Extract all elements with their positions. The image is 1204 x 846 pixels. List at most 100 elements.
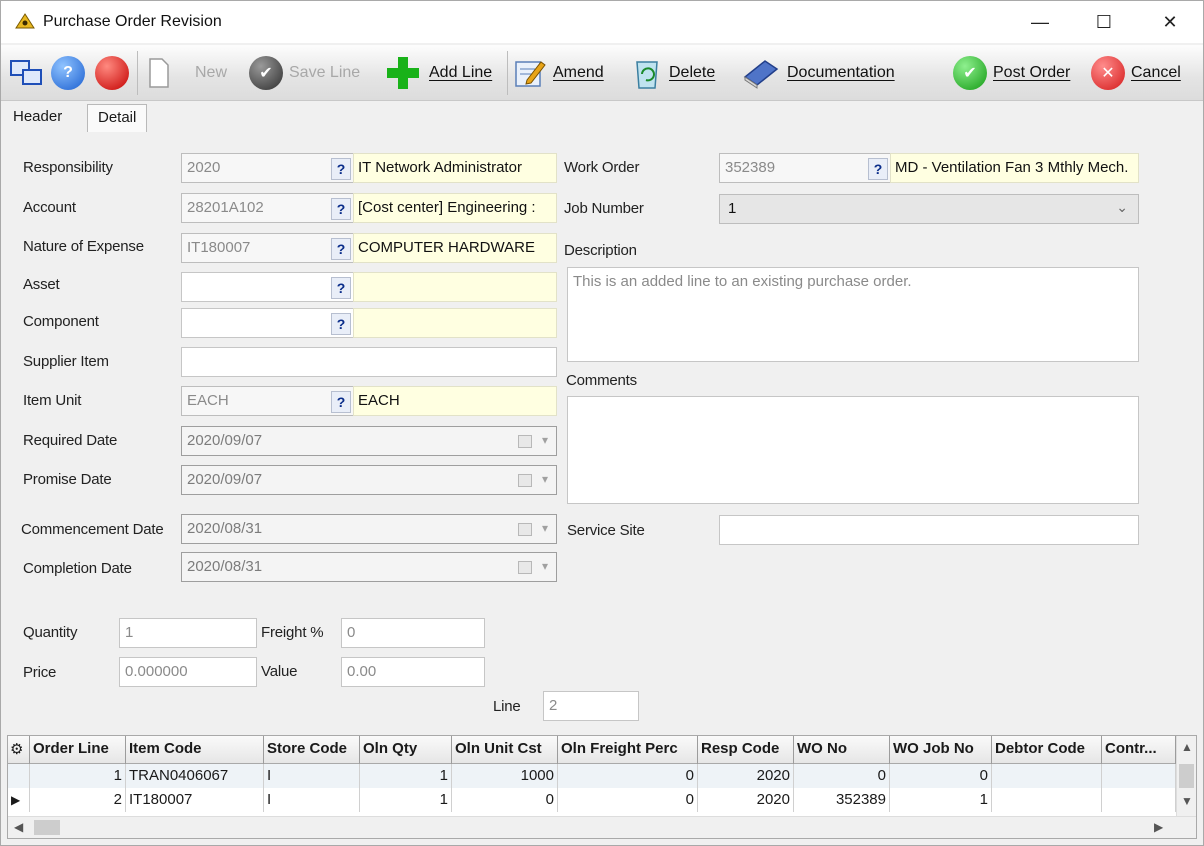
- column-wo-job-no[interactable]: WO Job No: [890, 736, 992, 764]
- value-label: Value: [261, 663, 298, 680]
- calendar-icon[interactable]: [518, 435, 532, 448]
- asset-code-field[interactable]: [181, 272, 355, 302]
- column-order-line[interactable]: Order Line: [30, 736, 126, 764]
- promise-date-picker[interactable]: 2020/09/07 ▾: [181, 465, 557, 495]
- nature-of-expense-code-field[interactable]: IT180007: [181, 233, 355, 263]
- grid-settings-icon[interactable]: ⚙: [8, 736, 30, 764]
- vertical-scrollbar[interactable]: ▲ ▼: [1176, 736, 1196, 816]
- supplier-item-field[interactable]: [181, 347, 557, 377]
- commencement-date-label: Commencement Date: [21, 521, 164, 538]
- lookup-question-icon[interactable]: ?: [331, 238, 351, 260]
- freight-field[interactable]: 0: [341, 618, 485, 648]
- item-unit-code-field[interactable]: EACH: [181, 386, 355, 416]
- documentation-button[interactable]: Documentation: [741, 53, 895, 93]
- switch-window-button[interactable]: [9, 53, 45, 93]
- cell-wo-job-no: 0: [890, 764, 992, 788]
- item-unit-label: Item Unit: [23, 392, 82, 409]
- chevron-down-icon[interactable]: ▾: [542, 521, 548, 535]
- service-site-field[interactable]: [719, 515, 1139, 545]
- commencement-date-picker[interactable]: 2020/08/31 ▾: [181, 514, 557, 544]
- windows-icon: [10, 60, 42, 85]
- required-date-picker[interactable]: 2020/09/07 ▾: [181, 426, 557, 456]
- post-order-button[interactable]: ✔ Post Order: [953, 53, 1070, 93]
- maximize-button[interactable]: ☐: [1081, 7, 1127, 37]
- delete-label: Delete: [669, 64, 716, 81]
- account-code-field[interactable]: 28201A102: [181, 193, 355, 223]
- title-bar: Purchase Order Revision — ☐ ✕: [1, 1, 1203, 43]
- close-window-button[interactable]: ✕: [1147, 7, 1193, 37]
- cell-item-code: IT180007: [126, 788, 264, 812]
- comments-label: Comments: [566, 372, 637, 389]
- lookup-question-icon[interactable]: ?: [868, 158, 888, 180]
- table-row[interactable]: ▶ 2 IT180007 I 1 0 0 2020 352389 1: [8, 788, 1176, 812]
- recycle-bin-icon: [636, 61, 658, 89]
- horizontal-scrollbar[interactable]: ◀ ▶: [8, 816, 1196, 838]
- responsibility-code-field[interactable]: 2020: [181, 153, 355, 183]
- column-oln-qty[interactable]: Oln Qty: [360, 736, 452, 764]
- lookup-question-icon[interactable]: ?: [331, 277, 351, 299]
- cell-store-code: I: [264, 788, 360, 812]
- save-line-button[interactable]: ✔ Save Line: [249, 53, 360, 93]
- column-store-code[interactable]: Store Code: [264, 736, 360, 764]
- add-line-button[interactable]: Add Line: [383, 53, 492, 93]
- work-order-label: Work Order: [564, 159, 640, 176]
- scroll-right-icon[interactable]: ▶: [1154, 820, 1163, 834]
- scroll-down-icon[interactable]: ▼: [1181, 794, 1193, 808]
- column-wo-no[interactable]: WO No: [794, 736, 890, 764]
- cancel-button[interactable]: ✕ Cancel: [1091, 53, 1181, 93]
- value-field[interactable]: 0.00: [341, 657, 485, 687]
- column-resp-code[interactable]: Resp Code: [698, 736, 794, 764]
- description-label: Description: [564, 242, 637, 259]
- asset-label: Asset: [23, 276, 60, 293]
- scroll-thumb[interactable]: [1179, 764, 1194, 788]
- stop-button[interactable]: [95, 53, 129, 93]
- line-label: Line: [493, 698, 521, 715]
- lookup-question-icon[interactable]: ?: [331, 313, 351, 335]
- calendar-icon[interactable]: [518, 561, 532, 574]
- amend-button[interactable]: Amend: [513, 53, 604, 93]
- component-description: [353, 308, 557, 338]
- tab-detail[interactable]: Detail: [87, 104, 148, 132]
- column-contr[interactable]: Contr...: [1102, 736, 1176, 764]
- column-debtor-code[interactable]: Debtor Code: [992, 736, 1102, 764]
- scroll-left-icon[interactable]: ◀: [14, 820, 23, 834]
- component-code-field[interactable]: [181, 308, 355, 338]
- new-document-icon: [147, 53, 171, 93]
- order-lines-grid: ⚙ Order Line Item Code Store Code Oln Qt…: [7, 735, 1197, 839]
- chevron-down-icon: ⌄: [1116, 199, 1128, 215]
- comments-textarea[interactable]: [567, 396, 1139, 504]
- tab-header[interactable]: Header: [3, 104, 72, 132]
- cell-store-code: I: [264, 764, 360, 788]
- completion-date-picker[interactable]: 2020/08/31 ▾: [181, 552, 557, 582]
- table-row[interactable]: 1 TRAN0406067 I 1 1000 0 2020 0 0: [8, 764, 1176, 788]
- column-oln-unit-cst[interactable]: Oln Unit Cst: [452, 736, 558, 764]
- minimize-button[interactable]: —: [1017, 7, 1063, 37]
- calendar-icon[interactable]: [518, 523, 532, 536]
- work-order-code-field[interactable]: 352389: [719, 153, 891, 183]
- scroll-up-icon[interactable]: ▲: [1181, 740, 1193, 754]
- column-oln-freight-perc[interactable]: Oln Freight Perc: [558, 736, 698, 764]
- delete-button[interactable]: Delete: [631, 53, 715, 93]
- chevron-down-icon[interactable]: ▾: [542, 472, 548, 486]
- lookup-question-icon[interactable]: ?: [331, 198, 351, 220]
- chevron-down-icon[interactable]: ▾: [542, 559, 548, 573]
- job-number-select[interactable]: 1 ⌄: [719, 194, 1139, 224]
- cell-order-line: 2: [30, 788, 126, 812]
- column-item-code[interactable]: Item Code: [126, 736, 264, 764]
- description-textarea[interactable]: This is an added line to an existing pur…: [567, 267, 1139, 362]
- cell-wo-no: 0: [794, 764, 890, 788]
- help-button[interactable]: ?: [51, 53, 85, 93]
- cell-oln-freight-perc: 0: [558, 788, 698, 812]
- lookup-question-icon[interactable]: ?: [331, 391, 351, 413]
- scroll-thumb[interactable]: [34, 820, 60, 835]
- price-field[interactable]: 0.000000: [119, 657, 257, 687]
- calendar-icon[interactable]: [518, 474, 532, 487]
- new-button[interactable]: New: [195, 53, 227, 93]
- lookup-question-icon[interactable]: ?: [331, 158, 351, 180]
- quantity-label: Quantity: [23, 624, 78, 641]
- quantity-field[interactable]: 1: [119, 618, 257, 648]
- checkmark-icon: ✔: [249, 56, 283, 90]
- chevron-down-icon[interactable]: ▾: [542, 433, 548, 447]
- line-field[interactable]: 2: [543, 691, 639, 721]
- service-site-label: Service Site: [567, 522, 645, 539]
